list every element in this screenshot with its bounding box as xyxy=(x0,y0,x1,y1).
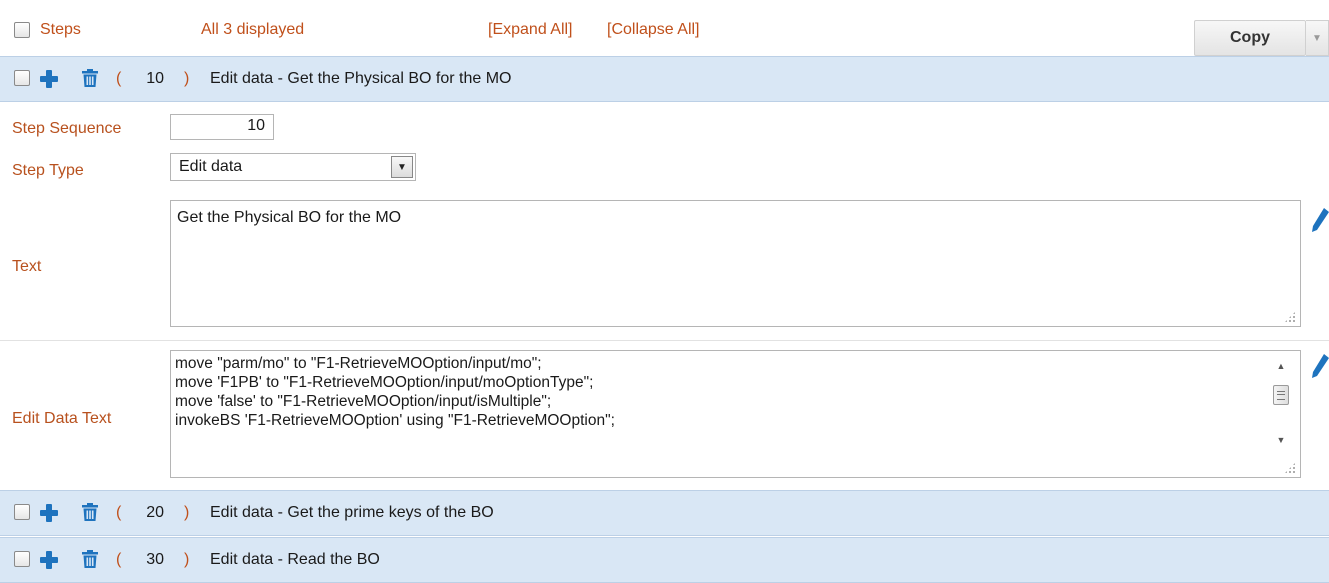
step-checkbox[interactable] xyxy=(14,70,30,86)
add-step-icon[interactable] xyxy=(40,70,58,88)
step-sequence-number: 10 xyxy=(146,70,164,87)
step-row[interactable]: ( 10 ) Edit data - Get the Physical BO f… xyxy=(0,56,1329,102)
resize-handle-icon[interactable] xyxy=(1284,462,1296,474)
delete-step-icon[interactable] xyxy=(82,69,98,87)
step-summary[interactable]: Edit data - Get the Physical BO for the … xyxy=(210,70,511,88)
scroll-thumb[interactable] xyxy=(1273,385,1289,405)
chevron-down-icon[interactable]: ▼ xyxy=(391,156,413,178)
steps-label: Steps xyxy=(40,21,81,38)
divider xyxy=(0,340,1329,341)
delete-step-icon[interactable] xyxy=(82,550,98,568)
steps-count-text: All 3 displayed xyxy=(201,21,305,38)
text-label: Text xyxy=(12,258,42,275)
step-summary[interactable]: Edit data - Read the BO xyxy=(210,551,380,569)
step-sequence-number: 30 xyxy=(146,551,164,568)
copy-button[interactable]: Copy xyxy=(1194,20,1306,56)
vertical-scrollbar[interactable]: ▲ ▼ xyxy=(1272,357,1290,449)
add-step-icon[interactable] xyxy=(40,551,58,569)
edit-data-text-label: Edit Data Text xyxy=(12,410,112,427)
code-line: move "parm/mo" to "F1-RetrieveMOOption/i… xyxy=(175,355,542,372)
add-step-icon[interactable] xyxy=(40,504,58,522)
code-line: invokeBS 'F1-RetrieveMOOption' using "F1… xyxy=(175,412,615,429)
step-checkbox[interactable] xyxy=(14,504,30,520)
step-row[interactable]: ( 20 ) Edit data - Get the prime keys of… xyxy=(0,490,1329,536)
step-type-value: Edit data xyxy=(179,158,243,175)
paren-open: ( xyxy=(116,551,122,568)
scroll-up-icon[interactable]: ▲ xyxy=(1276,361,1286,371)
delete-step-icon[interactable] xyxy=(82,503,98,521)
edit-data-textarea[interactable]: move "parm/mo" to "F1-RetrieveMOOption/i… xyxy=(170,350,1301,478)
step-sequence-label: Step Sequence xyxy=(12,120,122,137)
steps-header: Steps All 3 displayed [Expand All] [Coll… xyxy=(0,8,1329,56)
step-sequence-number: 20 xyxy=(146,504,164,521)
step-type-label: Step Type xyxy=(12,162,84,179)
text-area[interactable]: Get the Physical BO for the MO xyxy=(170,200,1301,327)
copy-dropdown-arrow[interactable]: ▼ xyxy=(1306,20,1329,56)
paren-open: ( xyxy=(116,70,122,87)
step-summary[interactable]: Edit data - Get the prime keys of the BO xyxy=(210,504,494,522)
code-line: move 'false' to "F1-RetrieveMOOption/inp… xyxy=(175,393,552,410)
paren-close: ) xyxy=(184,551,190,568)
scroll-down-icon[interactable]: ▼ xyxy=(1276,435,1286,445)
step-sequence-input[interactable]: 10 xyxy=(170,114,274,140)
code-line: move 'F1PB' to "F1-RetrieveMOOption/inpu… xyxy=(175,374,594,391)
resize-handle-icon[interactable] xyxy=(1284,311,1296,323)
paren-open: ( xyxy=(116,504,122,521)
step-type-select[interactable]: Edit data ▼ xyxy=(170,153,416,181)
pencil-icon[interactable] xyxy=(1310,352,1329,380)
text-area-value: Get the Physical BO for the MO xyxy=(177,209,402,226)
step-row[interactable]: ( 30 ) Edit data - Read the BO xyxy=(0,537,1329,583)
step-checkbox[interactable] xyxy=(14,551,30,567)
paren-close: ) xyxy=(184,70,190,87)
expand-all-link[interactable]: [Expand All] xyxy=(488,21,573,39)
paren-close: ) xyxy=(184,504,190,521)
select-all-checkbox[interactable] xyxy=(14,22,30,38)
pencil-icon[interactable] xyxy=(1310,206,1329,234)
collapse-all-link[interactable]: [Collapse All] xyxy=(607,21,700,39)
